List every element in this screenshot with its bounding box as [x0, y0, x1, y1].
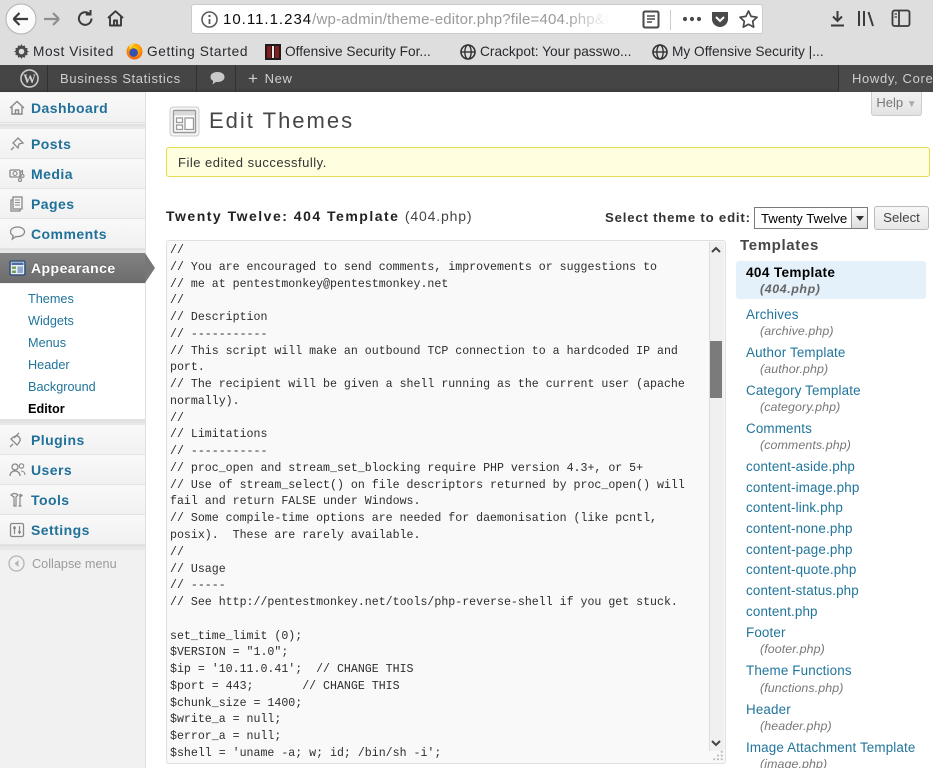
svg-text:W: W	[23, 72, 36, 86]
